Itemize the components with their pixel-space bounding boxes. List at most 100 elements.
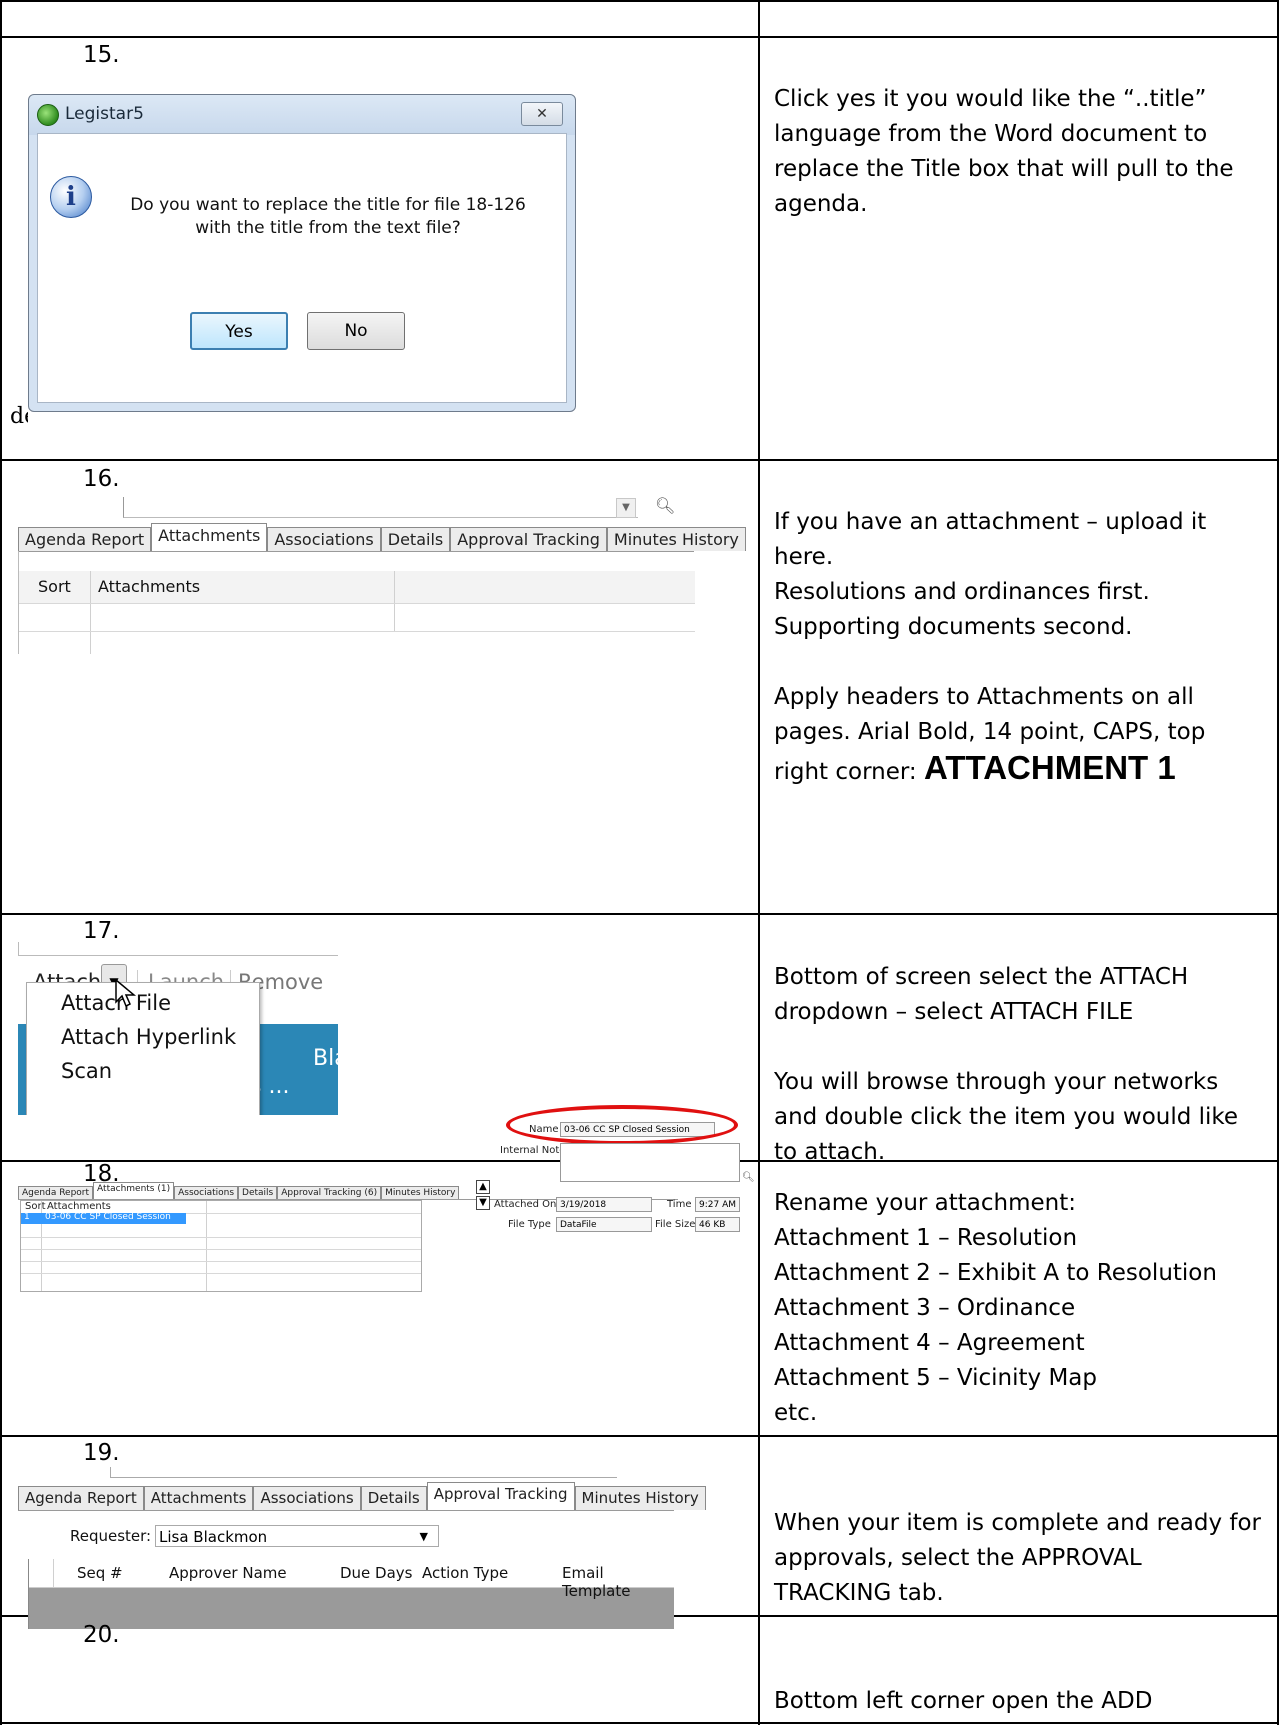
dropdown-arrow-icon[interactable]: ▼ <box>616 498 636 518</box>
tab-approval-tracking-6[interactable]: Approval Tracking (6) <box>277 1186 382 1199</box>
tab-associations[interactable]: Associations <box>174 1186 239 1199</box>
tab-minutes-history[interactable]: Minutes History <box>606 527 746 551</box>
row-sort: 1 <box>24 1212 30 1222</box>
description-line: Resolutions and ordinances first. <box>774 579 1150 605</box>
dialog-title: Legistar5 <box>65 104 144 124</box>
description-line: Attachment 5 – Vicinity Map <box>774 1365 1097 1391</box>
tab-attachments[interactable]: Attachments <box>143 1486 254 1510</box>
column-header[interactable]: Email Template <box>562 1564 674 1600</box>
field-label: File Type <box>508 1219 551 1230</box>
zoom-icon[interactable]: 🔍︎ <box>742 1170 758 1186</box>
description-line: If you have an attachment – upload it he… <box>774 509 1207 570</box>
requester-value: Lisa Blackmon <box>159 1528 268 1546</box>
grid-row-line <box>19 631 695 632</box>
time-field: 9:27 AM <box>695 1197 740 1212</box>
row-divider <box>0 459 1279 461</box>
tab-approval-tracking[interactable]: Approval Tracking <box>450 527 607 551</box>
description-line: Attachment 1 – Resolution <box>774 1225 1078 1251</box>
grid-row-line <box>19 603 695 604</box>
tab-agenda-report[interactable]: Agenda Report <box>18 1486 144 1510</box>
tab-minutes-history[interactable]: Minutes History <box>574 1486 706 1510</box>
no-button[interactable]: No <box>307 312 405 350</box>
requester-select[interactable]: Lisa Blackmon ▼ <box>155 1525 439 1547</box>
column-divider <box>206 1201 207 1291</box>
panel-edge <box>110 1467 617 1478</box>
step-number: 17. <box>83 918 120 944</box>
step-description: If you have an attachment – upload it he… <box>774 505 1264 790</box>
attach-dropdown-menu: Attach File Attach Hyperlink Scan <box>26 982 260 1115</box>
requester-label: Requester: <box>70 1527 152 1545</box>
step-number: 16. <box>83 466 120 492</box>
grid-row-line <box>21 1273 421 1274</box>
column-divider <box>394 571 395 631</box>
tab-attachments[interactable]: Attachments <box>151 523 268 551</box>
column-header[interactable]: Attachments <box>47 1201 111 1212</box>
tab-strip: Agenda Report Attachments Associations Deta… <box>18 1482 706 1510</box>
column-header[interactable]: Sort <box>25 1201 46 1212</box>
column-divider <box>90 571 91 654</box>
yes-button[interactable]: Yes <box>190 312 288 350</box>
tab-panel-border <box>18 551 694 552</box>
tab-associations[interactable]: Associations <box>267 527 381 551</box>
tab-minutes-history[interactable]: Minutes History <box>381 1186 460 1199</box>
dialog-body: i Do you want to replace the title for f… <box>37 133 567 403</box>
field-label: Time <box>667 1199 692 1210</box>
column-divider <box>758 0 760 1725</box>
description-line: Attachment 2 – Exhibit A to Resolution <box>774 1260 1217 1286</box>
description-line: Supporting documents second. <box>774 614 1133 640</box>
legistar-dialog: Legistar5 ✕ i Do you want to replace the… <box>28 94 576 412</box>
table-border <box>0 0 2 1725</box>
field-label: File Size <box>655 1219 696 1230</box>
menu-item-scan[interactable]: Scan <box>61 1059 112 1083</box>
chevron-down-icon: ▼ <box>419 1530 428 1543</box>
tab-agenda-report[interactable]: Agenda Report <box>18 1186 94 1199</box>
step-description: Bottom left corner open the ADD <box>774 1688 1153 1714</box>
tab-approval-tracking[interactable]: Approval Tracking <box>426 1482 575 1510</box>
column-header[interactable]: Approver Name <box>169 1564 287 1582</box>
column-header[interactable]: Action Type <box>422 1564 508 1582</box>
grid-row-line <box>21 1249 421 1250</box>
step-number: 15. <box>83 42 120 68</box>
move-up-icon[interactable]: ▲ <box>476 1180 490 1194</box>
tab-details[interactable]: Details <box>380 527 451 551</box>
column-header[interactable]: Attachments <box>98 577 200 596</box>
column-header[interactable]: Seq # <box>77 1564 123 1582</box>
column-divider <box>53 1559 54 1587</box>
internal-notes-field[interactable] <box>560 1143 740 1182</box>
column-header[interactable]: Due Days <box>340 1564 413 1582</box>
step-description: Bottom of screen select the ATTACH dropd… <box>774 960 1264 1170</box>
dialog-titlebar: Legistar5 ✕ <box>29 95 575 133</box>
dialog-message-line: with the title from the text file? <box>195 218 461 238</box>
info-icon: i <box>50 176 92 218</box>
description-paragraph: You will browse through your networks an… <box>774 1069 1239 1165</box>
tab-agenda-report[interactable]: Agenda Report <box>18 527 152 551</box>
close-icon[interactable]: ✕ <box>521 102 563 126</box>
tab-details[interactable]: Details <box>238 1186 278 1199</box>
mouse-cursor-icon <box>115 978 137 1008</box>
menu-item-attach-hyperlink[interactable]: Attach Hyperlink <box>61 1025 236 1049</box>
row-divider <box>0 1435 1279 1437</box>
dialog-message-line: Do you want to replace the title for fil… <box>130 195 526 215</box>
background-text: Bla <box>313 1046 338 1071</box>
tab-details[interactable]: Details <box>360 1486 427 1510</box>
highlight-ellipse <box>506 1105 738 1145</box>
grid-row-line <box>21 1261 421 1262</box>
tab-attachments-1[interactable]: Attachments (1) <box>93 1182 175 1199</box>
step-number: 20. <box>83 1622 120 1648</box>
legistar-app-icon <box>37 104 59 126</box>
row-divider <box>0 913 1279 915</box>
panel-edge <box>18 942 338 956</box>
field-label: Attached On <box>494 1199 557 1210</box>
zoom-icon[interactable]: 🔍︎ <box>655 498 675 514</box>
dialog-message: Do you want to replace the title for fil… <box>108 194 548 240</box>
table-row[interactable]: 1 03-06 CC SP Closed Session <box>21 1212 186 1224</box>
description-line: Attachment 4 – Agreement <box>774 1330 1085 1356</box>
attach-toolbar-screenshot: Bla s ... Attach ▼ Launch Remove ▼ Attac… <box>18 942 338 1115</box>
row-divider <box>0 36 1279 38</box>
tab-associations[interactable]: Associations <box>253 1486 361 1510</box>
approvers-grid: Seq # Approver Name Due Days Action Type… <box>28 1559 674 1629</box>
attachment-header-example: ATTACHMENT 1 <box>923 749 1176 786</box>
combo-field[interactable] <box>123 497 638 518</box>
move-down-icon[interactable]: ▼ <box>476 1196 490 1210</box>
column-header[interactable]: Sort <box>38 577 71 596</box>
